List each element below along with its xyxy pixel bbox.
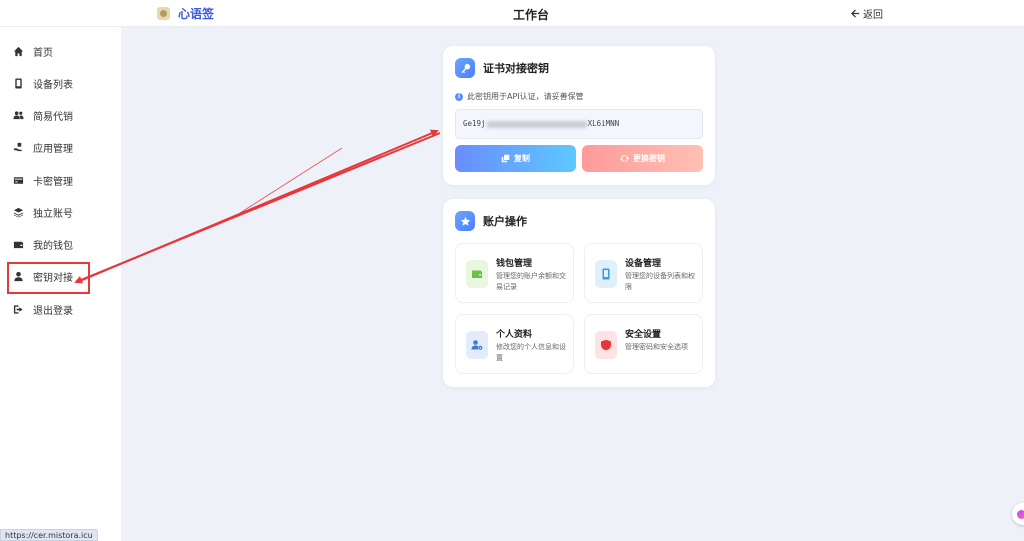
- sidebar-item-label: 首页: [33, 47, 53, 59]
- card-icon: [12, 174, 24, 186]
- users-icon: [12, 109, 24, 121]
- tile-desc: 管理密码和安全选项: [625, 343, 688, 351]
- top-header: 心语签 工作台 返回: [0, 0, 1024, 27]
- key-value-field[interactable]: Ge19j XL6iMNN: [455, 109, 703, 139]
- annotation-arrow: [74, 132, 441, 284]
- tile-profile[interactable]: 个人资料 修改您的个人信息和设置: [455, 314, 574, 374]
- status-url: https://cer.mistora.icu: [0, 529, 98, 541]
- back-button[interactable]: 返回: [851, 6, 883, 21]
- home-icon: [12, 45, 24, 57]
- sidebar-item-home[interactable]: 首页: [0, 39, 121, 63]
- sidebar-item-label: 我的钱包: [33, 240, 73, 252]
- refresh-icon: [620, 155, 629, 162]
- back-label: 返回: [863, 10, 883, 21]
- assistant-icon: [1017, 509, 1024, 519]
- tile-title: 设备管理: [625, 259, 662, 269]
- tile-wallet[interactable]: 钱包管理 管理您的账户余额和交易记录: [455, 243, 574, 303]
- tile-desc: 管理您的设备列表和权限: [625, 272, 695, 291]
- user-gear-icon: [466, 331, 488, 359]
- hand-icon: [12, 141, 24, 153]
- tile-desc: 管理您的账户余额和交易记录: [496, 272, 566, 291]
- sidebar-item-wallet[interactable]: 我的钱包: [0, 232, 121, 256]
- tile-security[interactable]: 安全设置 管理密码和安全选项: [584, 314, 703, 374]
- sidebar-item-logout[interactable]: 退出登录: [0, 297, 121, 321]
- info-icon: i: [455, 92, 463, 101]
- logout-icon: [12, 303, 24, 315]
- key-icon: [455, 58, 475, 78]
- tile-desc: 修改您的个人信息和设置: [496, 343, 566, 362]
- arrow-left-icon: [851, 9, 860, 18]
- account-card-title: 账户操作: [483, 215, 527, 228]
- sidebar-item-label: 退出登录: [33, 305, 73, 317]
- sidebar-item-label: 卡密管理: [33, 176, 73, 188]
- account-card-header: 账户操作: [455, 211, 527, 231]
- copy-icon: [501, 154, 510, 163]
- phone-icon: [12, 77, 24, 89]
- copy-button[interactable]: 复制: [455, 145, 576, 172]
- key-card-header: 证书对接密钥: [455, 58, 549, 78]
- floating-assistant-button[interactable]: [1012, 503, 1024, 525]
- sidebar-item-cards[interactable]: 卡密管理: [0, 168, 121, 192]
- tile-devices[interactable]: 设备管理 管理您的设备列表和权限: [584, 243, 703, 303]
- sidebar-item-devices[interactable]: 设备列表: [0, 71, 121, 95]
- annotation-arrow: [79, 129, 439, 282]
- layers-icon: [12, 206, 24, 218]
- key-suffix: XL6iMNN: [587, 119, 620, 128]
- shield-icon: [595, 331, 617, 359]
- annotation-stroke: [239, 147, 343, 214]
- tile-title: 安全设置: [625, 330, 662, 340]
- sidebar-item-label: 简易代销: [33, 111, 73, 123]
- annotation-highlight-box: [7, 262, 90, 294]
- change-key-label: 更换密钥: [633, 154, 665, 163]
- key-card-title: 证书对接密钥: [483, 62, 549, 75]
- sidebar-item-label: 应用管理: [33, 143, 73, 155]
- tile-title: 钱包管理: [496, 259, 533, 269]
- change-key-button[interactable]: 更换密钥: [582, 145, 703, 172]
- key-hint-text: 此密钥用于API认证，请妥善保管: [467, 92, 584, 101]
- copy-label: 复制: [514, 154, 530, 163]
- sidebar-item-consign[interactable]: 简易代销: [0, 103, 121, 127]
- account-card: 账户操作 钱包管理 管理您的账户余额和交易记录 设备管理 管理您的设备列表和权限…: [443, 199, 715, 387]
- wallet-icon: [466, 260, 488, 288]
- key-card: 证书对接密钥 i 此密钥用于API认证，请妥善保管 Ge19j XL6iMNN 复…: [443, 46, 715, 185]
- key-hint: i 此密钥用于API认证，请妥善保管: [455, 91, 584, 102]
- key-prefix: Ge19j: [463, 119, 486, 128]
- tile-title: 个人资料: [496, 330, 533, 340]
- key-redacted: [486, 120, 587, 128]
- sidebar-item-label: 独立账号: [33, 208, 73, 220]
- phone-icon: [595, 260, 617, 288]
- sidebar-item-accounts[interactable]: 独立账号: [0, 200, 121, 224]
- sidebar-item-label: 设备列表: [33, 79, 73, 91]
- star-icon: [455, 211, 475, 231]
- wallet-icon: [12, 238, 24, 250]
- sidebar-item-apps[interactable]: 应用管理: [0, 135, 121, 159]
